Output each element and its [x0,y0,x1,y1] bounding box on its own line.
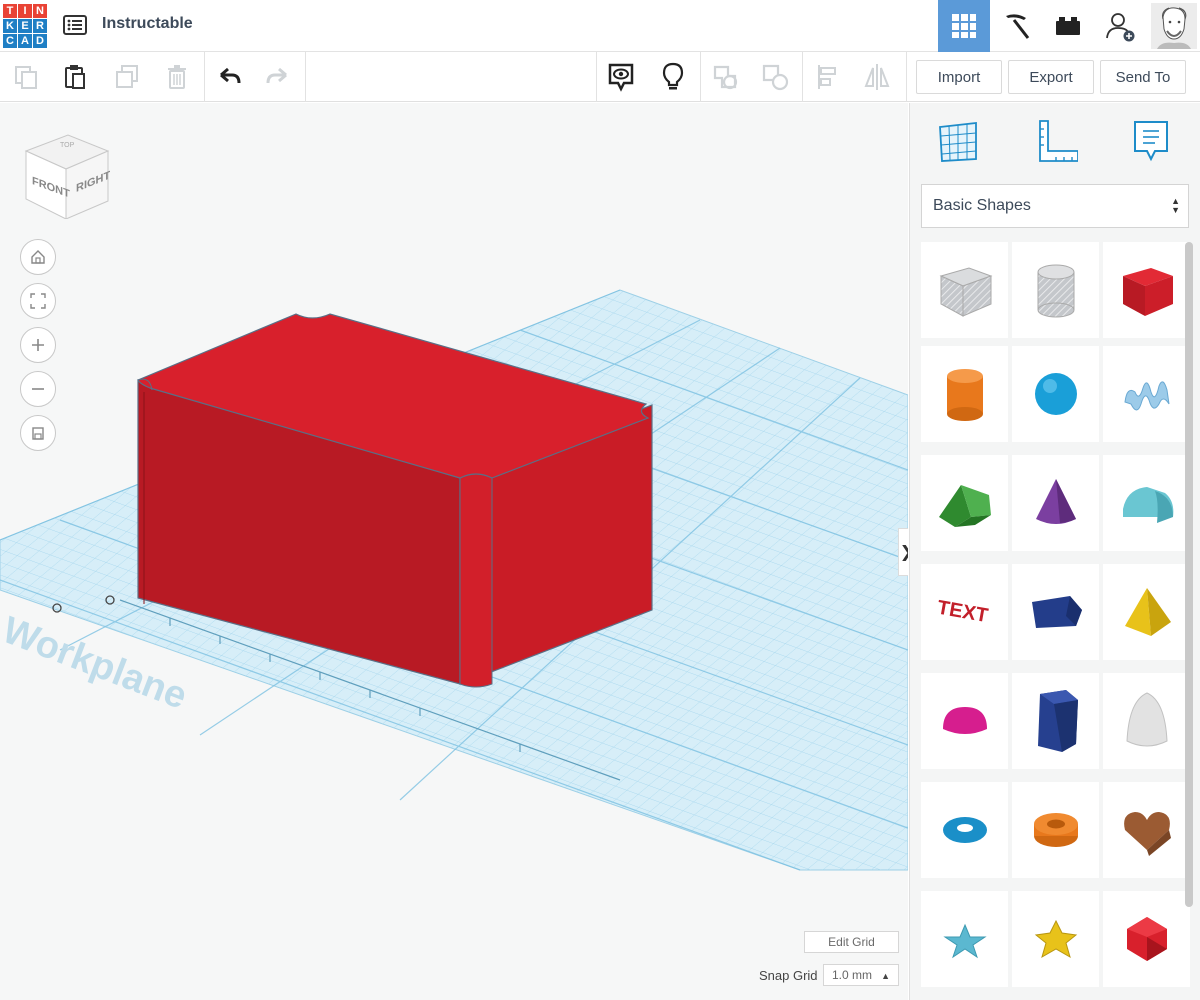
view-cube[interactable]: FRONT RIGHT TOP [24,133,110,220]
caret-up-icon: ▲ [881,971,890,981]
fit-view-icon[interactable] [20,283,56,319]
shape-round-roof[interactable] [1103,455,1190,551]
logo-letter: D [33,34,47,48]
zoom-out-icon[interactable] [20,371,56,407]
delete-icon[interactable] [154,56,200,98]
logo-letter: A [18,34,32,48]
bricks-icon[interactable] [1042,0,1094,52]
shape-scribble[interactable] [1103,346,1190,442]
panel-scrollbar[interactable] [1185,242,1193,907]
logo-letter: E [18,19,32,33]
logo-letter: R [33,19,47,33]
send-to-button[interactable]: Send To [1100,60,1186,94]
workplane-tab-icon[interactable] [932,115,984,167]
shape-cylinder-hole[interactable] [1012,242,1099,338]
logo-letter: K [3,19,17,33]
shape-torus[interactable] [921,782,1008,878]
paste-icon[interactable] [52,56,98,98]
shape-star[interactable] [921,891,1008,987]
shape-library-value: Basic Shapes [933,197,1031,214]
redo-icon[interactable] [255,56,301,98]
toolbar: Import Export Send To [0,52,1200,102]
zoom-in-icon[interactable] [20,327,56,363]
shape-icosahedron[interactable] [1103,891,1190,987]
user-avatar[interactable] [1148,0,1200,52]
ruler-tab-icon[interactable] [1030,115,1082,167]
import-button[interactable]: Import [916,60,1002,94]
shape-box[interactable] [1103,242,1190,338]
shape-text-label: TEXT [935,597,989,628]
logo-letter: C [3,34,17,48]
edit-grid-button[interactable]: Edit Grid [804,931,899,953]
ortho-view-icon[interactable] [20,415,56,451]
shape-library-select[interactable]: Basic Shapes ▲ ▼ [921,184,1189,228]
workspace-canvas[interactable]: Workplane FRONT RIGHT TOP Edit Grid Snap… [0,103,908,1000]
tinkercad-logo[interactable]: T I N K E R C A D [3,4,48,49]
logo-letter: N [33,4,47,18]
logo-letter: I [18,4,32,18]
shape-heart[interactable] [1103,782,1190,878]
logo-letter: T [3,4,17,18]
snap-grid-select[interactable]: 1.0 mm ▲ [823,964,899,986]
home-view-icon[interactable] [20,239,56,275]
shape-half-sphere[interactable] [921,673,1008,769]
export-button[interactable]: Export [1008,60,1094,94]
shape-polygon[interactable] [1012,673,1099,769]
copy-icon[interactable] [3,56,49,98]
shape-cylinder[interactable] [921,346,1008,442]
shape-star-yellow[interactable] [1012,891,1099,987]
shapes-panel: Basic Shapes ▲ ▼ TEXT [909,103,1200,1000]
snap-grid-value: 1.0 mm [832,968,873,982]
shape-box-hole[interactable] [921,242,1008,338]
select-arrows-icon: ▲ ▼ [1171,196,1180,215]
mirror-icon[interactable] [854,56,900,98]
shape-cone[interactable] [1012,455,1099,551]
align-icon[interactable] [804,56,850,98]
duplicate-icon[interactable] [104,56,150,98]
undo-icon[interactable] [206,56,252,98]
design-menu-icon[interactable] [62,12,88,38]
shape-tube[interactable] [1012,782,1099,878]
shape-roof[interactable] [921,455,1008,551]
add-user-icon[interactable] [1094,0,1146,52]
shape-pyramid[interactable] [1103,564,1190,660]
ungroup-icon[interactable] [752,56,798,98]
snap-grid-label: Snap Grid [759,968,818,983]
shape-wedge[interactable] [1012,564,1099,660]
notes-tab-icon[interactable] [1125,115,1177,167]
group-icon[interactable] [702,56,748,98]
shape-paraboloid[interactable] [1103,673,1190,769]
shape-text[interactable]: TEXT [921,564,1008,660]
show-hidden-icon[interactable] [598,56,644,98]
pickaxe-icon[interactable] [990,0,1042,52]
top-header: T I N K E R C A D Instructable [0,0,1200,52]
workplane-scene[interactable]: Workplane [0,103,908,1000]
3d-design-grid-icon[interactable] [938,0,990,52]
collapse-panel-button[interactable]: ❯ [898,528,908,576]
view-cube-top[interactable]: TOP [60,142,75,149]
shape-sphere[interactable] [1012,346,1099,442]
design-title[interactable]: Instructable [102,15,193,33]
notes-light-icon[interactable] [650,56,696,98]
